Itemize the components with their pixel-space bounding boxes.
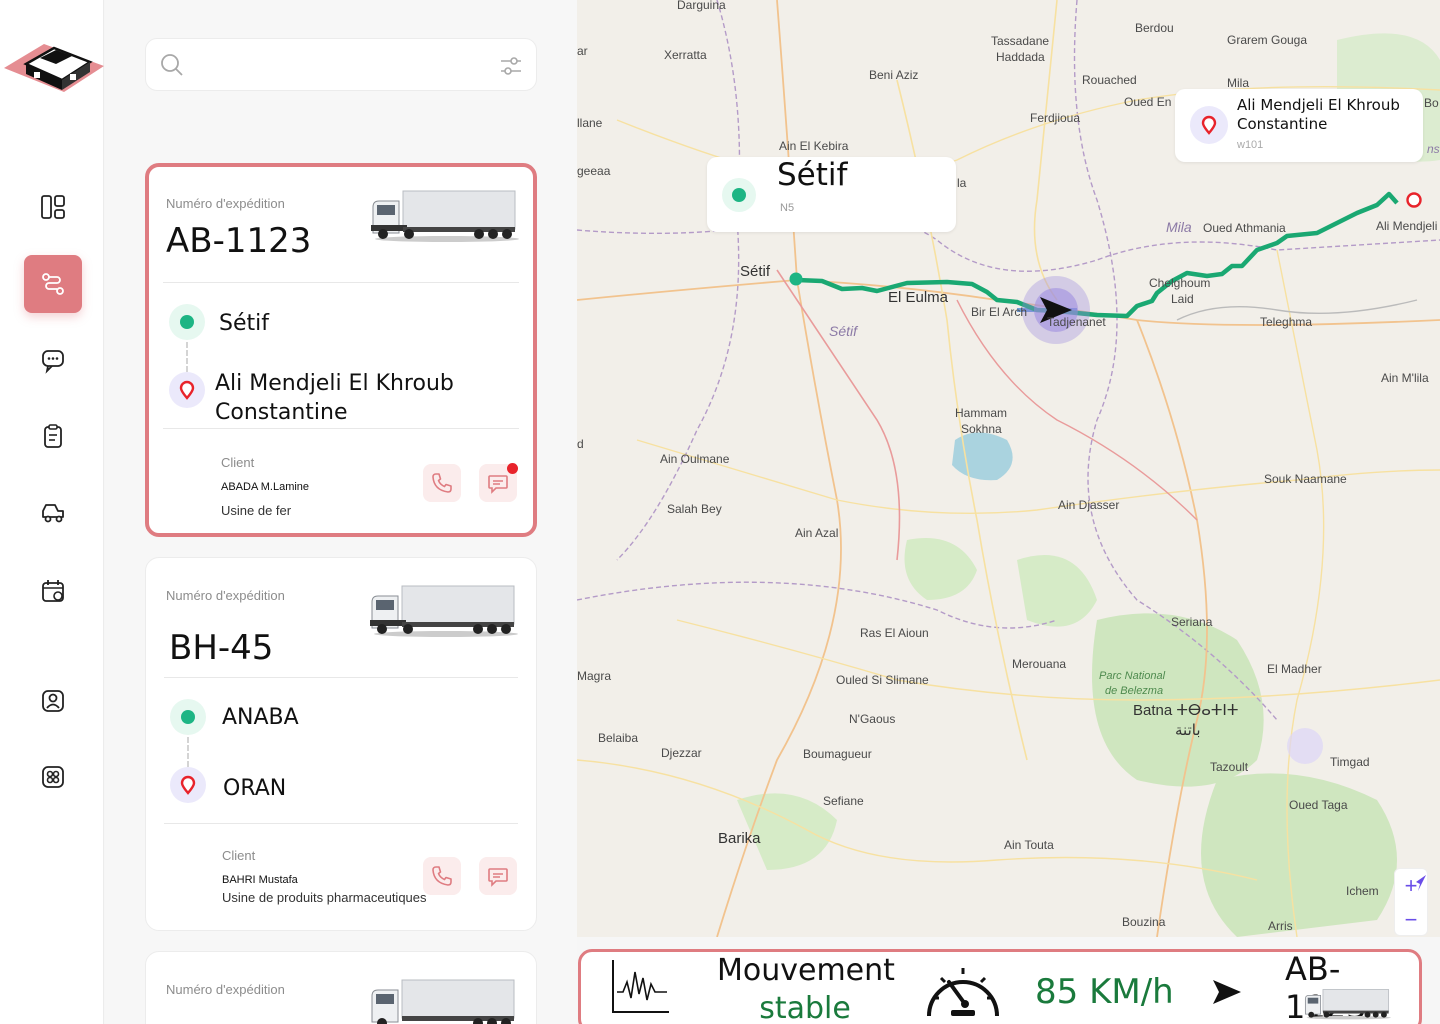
sidebar <box>0 0 104 1024</box>
location-pin-icon <box>179 380 195 400</box>
shipment-number-label: Numéro d'expédition <box>166 982 285 997</box>
truck-image <box>1304 989 1391 1020</box>
search-bar <box>145 38 537 91</box>
origin-popup-sub: N5 <box>780 202 795 214</box>
destination-popup-line-2: Constantine <box>1237 115 1328 133</box>
vehicle-icon <box>42 504 64 523</box>
vehicle-speed: 85 KM/h <box>1035 972 1174 1012</box>
client-name: BAHRI Mustafa <box>222 874 298 886</box>
destination-address: Ali Mendjeli El Khroub Constantine <box>215 369 454 427</box>
destination-marker <box>170 767 206 803</box>
destination-marker <box>169 372 205 408</box>
calendar-icon <box>42 580 64 602</box>
location-pin-icon <box>1201 115 1217 135</box>
chat-icon <box>42 350 64 374</box>
phone-icon <box>432 866 452 886</box>
origin-city: Sétif <box>219 311 269 336</box>
nav-calendar[interactable] <box>24 562 82 620</box>
destination-popup[interactable]: Ali Mendjeli El Khroub Constantine w101 <box>1175 89 1423 162</box>
nav-dashboard[interactable] <box>24 178 82 236</box>
shipment-card[interactable]: Numéro d'expédition BH-45 ANABA ORAN Cli… <box>145 557 537 931</box>
shipment-number-label: Numéro d'expédition <box>166 196 285 211</box>
movement-status-line-2: stable <box>759 991 851 1024</box>
app-logo[interactable] <box>4 34 104 104</box>
truck-image <box>370 585 518 637</box>
nav-profile[interactable] <box>24 672 82 730</box>
origin-marker <box>170 699 206 735</box>
truck-image <box>371 190 519 242</box>
client-name: ABADA M.Lamine <box>221 481 310 493</box>
destination-line-2: Constantine <box>215 400 348 425</box>
location-pin-icon <box>180 775 196 795</box>
origin-popup[interactable]: Sétif N5 <box>707 157 956 232</box>
destination-marker <box>1190 106 1228 144</box>
truck-image <box>371 979 515 1024</box>
shipment-number-label: Numéro d'expédition <box>166 588 285 603</box>
search-icon[interactable] <box>160 53 184 77</box>
shipment-id: BH-45 <box>169 628 274 668</box>
origin-marker <box>722 178 756 212</box>
search-input[interactable] <box>194 49 484 81</box>
call-button[interactable] <box>423 464 461 502</box>
movement-status: Mouvement stable <box>717 952 895 1024</box>
destination-popup-address: Ali Mendjeli El Khroub Constantine <box>1237 96 1400 134</box>
message-icon <box>488 475 508 494</box>
unread-badge <box>507 463 518 474</box>
shipment-id: AB-1123 <box>166 221 312 261</box>
dashboard-icon <box>41 195 65 219</box>
origin-marker <box>169 304 205 340</box>
settings-icon <box>42 766 64 788</box>
destination-popup-sub: w101 <box>1237 139 1264 151</box>
destination-city: ORAN <box>223 776 287 801</box>
shipment-card[interactable]: Numéro d'expédition <box>145 951 537 1024</box>
speedometer-icon <box>927 968 999 1017</box>
client-label: Client <box>221 455 255 470</box>
destination-popup-line-1: Ali Mendjeli El Khroub <box>1237 96 1400 114</box>
vehicle-status-bar: Mouvement stable 85 KM/h AB-1123 <box>578 949 1422 1024</box>
nav-routes[interactable] <box>24 255 82 313</box>
origin-popup-title: Sétif <box>777 157 848 193</box>
phone-icon <box>432 473 452 493</box>
user-icon <box>42 690 64 712</box>
call-button[interactable] <box>423 857 461 895</box>
shipment-card[interactable]: Numéro d'expédition AB-1123 Sétif Ali Me… <box>145 163 537 537</box>
movement-status-line-1: Mouvement <box>717 953 895 988</box>
nav-vehicles[interactable] <box>24 484 82 542</box>
direction-arrow-icon <box>1213 980 1241 1004</box>
route-icon <box>42 273 64 295</box>
route-map[interactable]: Darguina Berdou Tassadane Haddada Xerrat… <box>577 0 1440 937</box>
zoom-out-button[interactable]: − <box>1395 903 1427 937</box>
message-button[interactable] <box>479 463 518 502</box>
client-company: Usine de produits pharmaceutiques <box>222 890 427 905</box>
client-label: Client <box>222 848 256 863</box>
nav-settings[interactable] <box>24 748 82 806</box>
nav-orders[interactable] <box>24 407 82 465</box>
message-button[interactable] <box>479 857 517 895</box>
compass-icon[interactable] <box>1412 874 1428 892</box>
clipboard-icon <box>44 424 62 448</box>
activity-icon <box>612 960 669 1013</box>
shipment-list-panel: Numéro d'expédition AB-1123 Sétif Ali Me… <box>105 0 577 1024</box>
message-icon <box>488 868 508 887</box>
origin-city: ANABA <box>222 705 299 730</box>
filter-icon[interactable] <box>498 53 524 79</box>
client-company: Usine de fer <box>221 503 292 518</box>
destination-line-1: Ali Mendjeli El Khroub <box>215 371 454 396</box>
nav-messages[interactable] <box>24 331 82 389</box>
